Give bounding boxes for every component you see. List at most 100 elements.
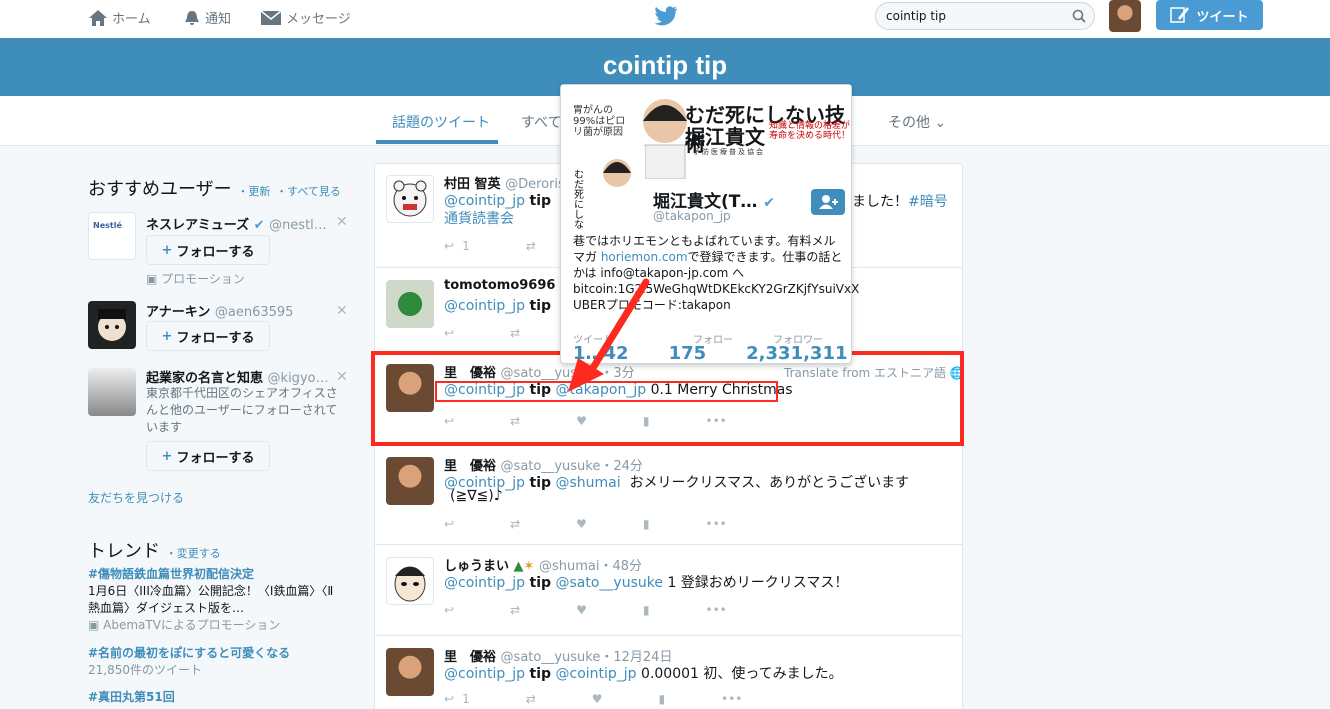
retweet-button[interactable]: ⇄: [510, 603, 520, 617]
like-button[interactable]: ♥: [576, 603, 587, 617]
follow-button-nestle[interactable]: + フォローする: [146, 235, 270, 265]
annotation-highlight-text: [435, 381, 778, 402]
tweet-actions: ↩ 1 ⇄ ♥ ▮ •••: [444, 692, 742, 706]
tweet-time[interactable]: ・48分: [599, 559, 642, 574]
hashtag-continuation[interactable]: 通貨読書会: [444, 211, 514, 227]
hashtag-link[interactable]: #暗号: [908, 194, 948, 210]
user-handle-anakin: @aen63595: [214, 305, 294, 320]
dismiss-user-kigyo[interactable]: ✕: [336, 369, 348, 385]
card-avatar[interactable]: むだ死にしない: [569, 147, 645, 239]
trend-item[interactable]: #真田丸第51回: [88, 689, 338, 706]
card-follow-button[interactable]: [811, 189, 845, 215]
tweet-time[interactable]: ・12月24日: [600, 650, 672, 665]
trends-change-link[interactable]: ・変更する: [166, 547, 221, 560]
analytics-button[interactable]: ▮: [643, 517, 650, 531]
mention-link[interactable]: @cointip_jp: [444, 666, 525, 682]
trend-item[interactable]: #名前の最初をぽにすると可愛くなる 21,850件のツイート: [88, 645, 338, 679]
trend-tag: #名前の最初をぽにすると可愛くなる: [88, 646, 291, 660]
mention-link[interactable]: @sato__yusuke: [556, 575, 663, 591]
tweet-header: tomotomo9696 @: [444, 278, 573, 293]
search-input[interactable]: cointip tip: [875, 2, 1095, 30]
nav-messages[interactable]: メッセージ: [260, 8, 351, 27]
view-all-link[interactable]: ・すべて見る: [276, 185, 341, 198]
analytics-button[interactable]: ▮: [659, 692, 666, 706]
tweet-item[interactable]: 里 優裕 @sato__yusuke・12月24日 @cointip_jp ti…: [374, 636, 963, 709]
reply-button[interactable]: ↩: [444, 326, 454, 340]
tweet-author[interactable]: 里 優裕: [444, 459, 496, 474]
user-name-anakin[interactable]: アナーキン @aen63595: [146, 301, 293, 320]
tab-more[interactable]: その他 ⌄: [888, 112, 946, 132]
trend-item[interactable]: #傷物語鉄血篇世界初配信決定 1月6日〈III冷血篇〉公開記念！〈Ⅰ鉄血篇〉〈Ⅱ…: [88, 566, 338, 634]
mention-link[interactable]: @cointip_jp: [444, 298, 525, 314]
analytics-button[interactable]: ▮: [643, 603, 650, 617]
tweet-author[interactable]: 里 優裕: [444, 650, 496, 665]
tweet-text: @cointip_jp tip: [444, 296, 551, 316]
follow-button-anakin[interactable]: + フォローする: [146, 321, 270, 351]
stat-following-count[interactable]: 175: [669, 343, 707, 364]
tweet-author[interactable]: 村田 智英: [444, 177, 501, 192]
retweet-button[interactable]: ⇄: [510, 326, 520, 340]
tweet-item[interactable]: 里 優裕 @sato__yusuke・24分 @cointip_jp tip @…: [374, 445, 963, 545]
card-handle[interactable]: @takapon_jp: [653, 209, 731, 223]
follow-button-kigyo[interactable]: + フォローする: [146, 441, 270, 471]
user-name-kigyo[interactable]: 起業家の名言と知恵 @kigyo…: [146, 367, 329, 386]
more-button[interactable]: •••: [721, 692, 742, 706]
reply-button[interactable]: ↩: [444, 517, 454, 531]
retweet-button[interactable]: ⇄: [526, 239, 536, 253]
tweet-handle[interactable]: @sato__yusuke: [501, 459, 601, 474]
tweet-handle[interactable]: @Deroris: [505, 177, 565, 192]
tweet-avatar[interactable]: [386, 280, 434, 328]
more-button[interactable]: •••: [706, 603, 727, 617]
mention-link[interactable]: @cointip_jp: [444, 193, 525, 209]
nav-notifications-label: 通知: [205, 12, 232, 27]
tweet-author[interactable]: tomotomo9696: [444, 278, 555, 293]
tweet-avatar[interactable]: [386, 457, 434, 505]
tweet-avatar[interactable]: [386, 175, 434, 223]
more-button[interactable]: •••: [706, 517, 727, 531]
search-icon[interactable]: [1072, 9, 1086, 23]
user-name-nestle[interactable]: ネスレアミューズ ✔ @nestl…: [146, 214, 327, 233]
compose-tweet-button[interactable]: ツイート: [1156, 0, 1263, 30]
follow-label: フォローする: [176, 450, 255, 466]
tweet-author[interactable]: しゅうまい: [444, 559, 509, 574]
refresh-link[interactable]: ・更新: [237, 185, 270, 198]
twitter-bird-icon[interactable]: [654, 6, 678, 26]
user-avatar-anakin[interactable]: [88, 301, 136, 349]
mention-link[interactable]: @cointip_jp: [556, 666, 637, 682]
user-avatar-nestle[interactable]: Nestlé: [88, 212, 136, 260]
mention-link[interactable]: @cointip_jp: [444, 575, 525, 591]
find-friends-link[interactable]: 友だちを見つける: [88, 489, 184, 506]
tweet-time[interactable]: ・24分: [600, 459, 643, 474]
tweet-item[interactable]: しゅうまい ▲✶ @shumai・48分 @cointip_jp tip @sa…: [374, 545, 963, 636]
tweet-text-line2: (≧∇≦)♪: [450, 488, 503, 504]
nav-home[interactable]: ホーム: [88, 8, 151, 27]
stat-followers-count[interactable]: 2,331,311: [746, 343, 847, 364]
tweet-handle[interactable]: @shumai: [539, 559, 600, 574]
reply-button[interactable]: ↩ 1: [444, 692, 470, 706]
tweet-avatar[interactable]: [386, 557, 434, 605]
tab-top[interactable]: 話題のツイート: [392, 112, 490, 132]
reply-button[interactable]: ↩: [444, 603, 454, 617]
tweet-handle[interactable]: @sato__yusuke: [501, 650, 601, 665]
reply-button[interactable]: ↩ 1: [444, 239, 470, 253]
nav-notifications[interactable]: 通知: [183, 8, 231, 27]
tab-all[interactable]: すべて: [521, 112, 561, 132]
user-avatar-kigyo[interactable]: [88, 368, 136, 416]
reply-count: 1: [462, 692, 470, 706]
compose-icon: [1170, 7, 1190, 23]
retweet-button[interactable]: ⇄: [526, 692, 536, 706]
tweet-avatar[interactable]: [386, 648, 434, 696]
nav-messages-label: メッセージ: [286, 12, 351, 27]
like-button[interactable]: ♥: [592, 692, 603, 706]
profile-avatar[interactable]: [1109, 0, 1141, 32]
dismiss-user-anakin[interactable]: ✕: [336, 303, 348, 319]
like-button[interactable]: ♥: [576, 517, 587, 531]
follow-icon: +: [161, 242, 173, 258]
profile-hover-card[interactable]: 胃がんの99%はピロリ菌が原因 むだ死にしない技術 堀江貴文 知識と情報の格差が…: [560, 84, 859, 364]
bio-link[interactable]: horiemon.com: [601, 250, 688, 264]
retweet-button[interactable]: ⇄: [510, 517, 520, 531]
mention-link[interactable]: @shumai: [556, 475, 621, 491]
dismiss-user-nestle[interactable]: ✕: [336, 214, 348, 230]
stat-tweets-count[interactable]: 1…42: [573, 343, 629, 364]
tweet-word: tip: [529, 666, 552, 682]
